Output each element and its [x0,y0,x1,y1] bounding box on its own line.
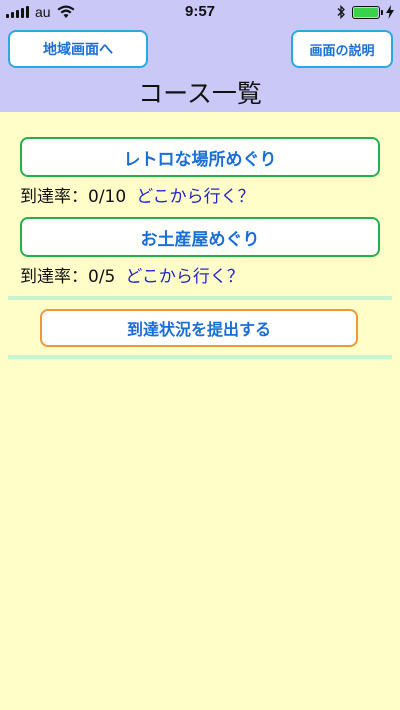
screen-help-button[interactable]: 画面の説明 [291,30,393,68]
bluetooth-icon [337,5,345,19]
course-button-retro[interactable]: レトロな場所めぐり [20,137,380,177]
course-progress-souvenir: 到達率：0/5 どこから行く？ [20,262,244,287]
battery-level [354,7,378,17]
course-progress-retro: 到達率：0/10 どこから行く？ [20,182,255,207]
where-to-go-link[interactable]: どこから行く？ [136,182,255,207]
back-to-region-button[interactable]: 地域画面へ [8,30,148,68]
charging-icon [386,5,394,19]
divider-bottom [8,355,392,359]
status-bar: au 9:57 [0,0,400,26]
status-right [336,5,394,19]
header: 地域画面へ 画面の説明 コース一覧 [0,26,400,112]
progress-label: 到達率：0/5 [20,267,116,287]
divider-top [8,296,392,300]
course-button-souvenir[interactable]: お土産屋めぐり [20,217,380,257]
progress-label: 到達率：0/10 [20,187,127,207]
battery-icon [352,5,383,19]
where-to-go-link[interactable]: どこから行く？ [125,262,244,287]
page-title: コース一覧 [138,79,262,108]
submit-progress-button[interactable]: 到達状況を提出する [40,309,358,347]
